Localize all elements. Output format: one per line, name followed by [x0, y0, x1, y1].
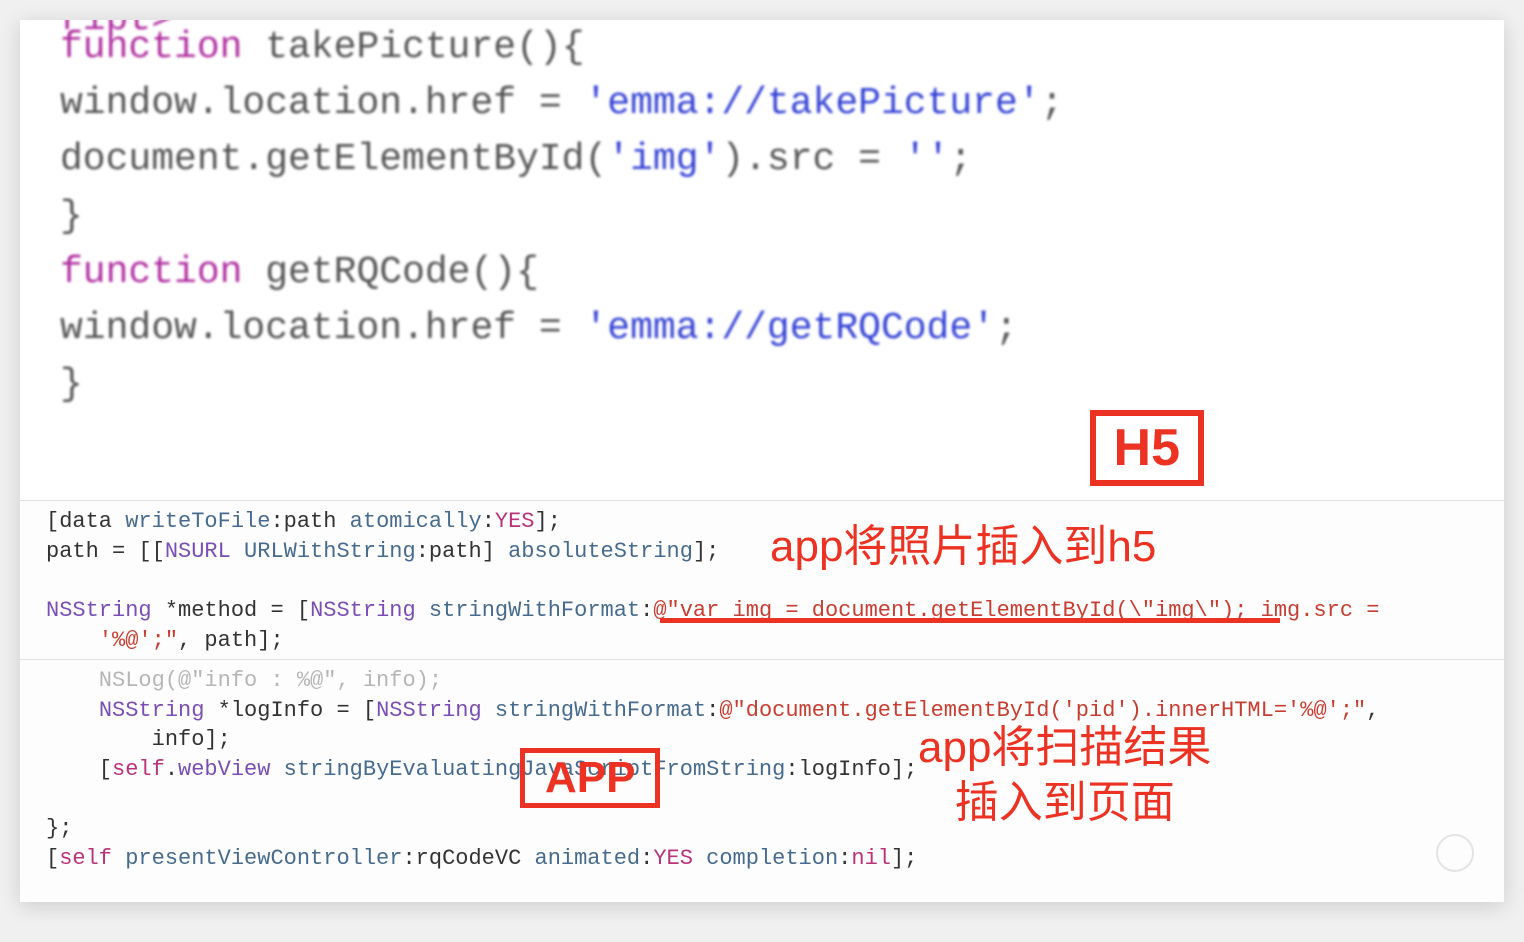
code-line: document.getElementById('img').src = '';	[60, 132, 1464, 188]
js-code-panel: ript> function takePicture(){ window.loc…	[20, 20, 1504, 490]
objc-code-panel-2: NSLog(@"info : %@", info); NSString *log…	[20, 660, 1504, 900]
code-line: function takePicture(){	[60, 20, 1464, 76]
annotation-photo-insert: app将照片插入到h5	[770, 510, 1156, 574]
app-label: APP	[520, 748, 660, 808]
code-line: function getRQCode(){	[60, 245, 1464, 301]
annotation-scan-result: app将扫描结果 插入到页面	[918, 720, 1211, 830]
code-line: }	[60, 357, 1464, 413]
h5-label: H5	[1090, 410, 1204, 486]
code-cutoff: ript>	[60, 20, 174, 48]
code-line: window.location.href = 'emma://getRQCode…	[60, 301, 1464, 357]
slide: ript> function takePicture(){ window.loc…	[20, 20, 1504, 902]
expand-icon[interactable]	[1436, 834, 1474, 872]
objc-code-panel-1: [data writeToFile:path atomically:YES]; …	[20, 500, 1504, 660]
underline-icon	[660, 618, 1280, 623]
code-line: }	[60, 189, 1464, 245]
code-line: window.location.href = 'emma://takePictu…	[60, 76, 1464, 132]
